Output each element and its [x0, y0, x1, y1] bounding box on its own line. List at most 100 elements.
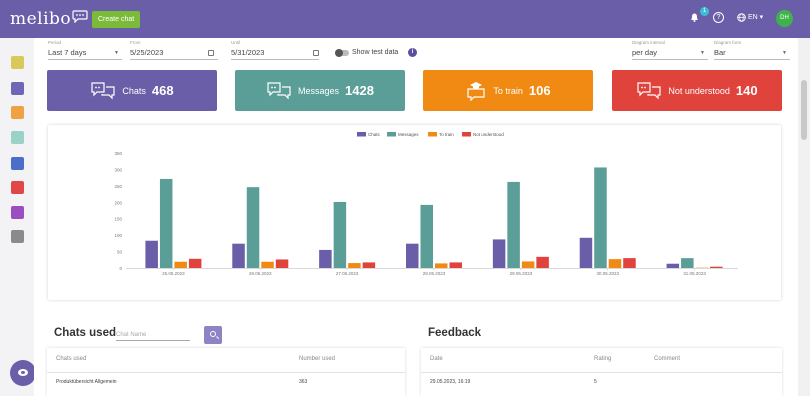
bar: [507, 181, 520, 268]
stat-value: 106: [528, 83, 551, 98]
x-tick-label: 27.05.2023: [336, 271, 359, 276]
until-value: 5/31/2023: [231, 48, 319, 60]
x-tick-label: 31.05.2023: [683, 271, 706, 276]
info-icon[interactable]: i: [408, 48, 417, 57]
x-tick-label: 25.05.2023: [162, 271, 185, 276]
calendar-icon[interactable]: [313, 50, 319, 56]
bar: [420, 204, 433, 268]
bar-chart-panel: 0 50 100 150 200 250 300 350 25.05.2023 26.05.202…: [48, 125, 781, 300]
col-header-chats: Chats used: [56, 356, 87, 362]
col-header-comment: Comment: [654, 356, 681, 362]
y-tick-label: 350: [114, 151, 122, 156]
bar: [174, 261, 187, 268]
show-test-label: Show test data: [352, 49, 399, 56]
period-label: Period: [48, 40, 62, 45]
col-header-number: Number used: [299, 356, 336, 362]
bar: [406, 243, 419, 268]
y-tick-label: 300: [114, 167, 122, 172]
bar: [579, 237, 593, 268]
x-tick-label: 29.05.2023: [510, 271, 533, 276]
divider: [421, 372, 782, 373]
bar: [710, 266, 723, 268]
legend-swatch: [357, 132, 366, 137]
interval-value: per day: [632, 48, 708, 60]
feedback-title: Feedback: [428, 327, 482, 339]
period-value: Last 7 days: [48, 48, 122, 60]
help-icon[interactable]: ?: [713, 12, 724, 23]
chat-icon[interactable]: [11, 82, 24, 95]
stat-value: 140: [735, 83, 758, 98]
chat-bubble-icon: [72, 10, 88, 23]
stat-label: To train: [493, 85, 523, 96]
from-value: 5/25/2023: [130, 48, 218, 60]
bar: [594, 167, 607, 268]
bar: [232, 243, 245, 268]
from-date-field[interactable]: From 5/25/2023: [130, 40, 218, 60]
stat-label: Not understood: [668, 85, 730, 96]
form-select[interactable]: Diagram form Bar: [714, 40, 790, 60]
bar: [666, 263, 680, 268]
col-header-date: Date: [430, 356, 443, 362]
bar: [319, 249, 332, 268]
search-icon: [210, 331, 216, 337]
book-icon[interactable]: [11, 56, 24, 69]
bar: [608, 259, 622, 268]
y-tick-label: 100: [114, 233, 122, 238]
bar: [348, 263, 361, 268]
bar: [362, 262, 376, 268]
bar: [521, 261, 535, 268]
scrollbar-thumb[interactable]: [801, 80, 807, 140]
language-label: EN: [748, 14, 758, 21]
create-chat-button[interactable]: Create chat: [92, 11, 141, 28]
puzzle-icon[interactable]: [11, 106, 24, 119]
legend-swatch: [387, 132, 396, 137]
bar: [681, 258, 694, 268]
table-icon[interactable]: [11, 131, 24, 144]
chats-used-table: Chats used Number used Produktübersicht …: [47, 348, 405, 396]
chevron-down-icon: ▼: [782, 50, 787, 56]
search-button[interactable]: [204, 326, 222, 344]
form-value: Bar: [714, 48, 790, 60]
chevron-down-icon: ▼: [114, 50, 119, 56]
flag-icon[interactable]: [11, 206, 24, 219]
interval-label: Diagram interval: [632, 40, 665, 45]
chat-name-input[interactable]: Chat Name: [116, 327, 190, 341]
stat-card-to-train: To train 106: [423, 70, 593, 111]
period-select[interactable]: Period Last 7 days: [48, 40, 122, 60]
table-cell-chat-name: Produktübersicht Allgemein: [56, 379, 117, 385]
feedback-table: Date Rating Comment 29.05.2023, 16:19 5: [421, 348, 782, 396]
form-label: Diagram form: [714, 40, 742, 45]
stat-label: Chats: [122, 85, 146, 96]
stat-label: Messages: [298, 85, 340, 96]
divider: [47, 372, 405, 373]
grid-icon[interactable]: [11, 181, 24, 194]
legend-label: Chats: [368, 132, 381, 137]
y-tick-label: 150: [114, 217, 122, 222]
bar: [435, 263, 448, 268]
y-tick-label: 200: [114, 200, 122, 205]
notification-badge: 1: [700, 7, 709, 16]
table-cell-number: 363: [299, 379, 308, 385]
chat-bubbles-icon: [637, 81, 661, 99]
stat-value: 468: [151, 83, 174, 98]
calendar-icon[interactable]: [208, 50, 214, 56]
chats-used-title: Chats used: [54, 327, 116, 339]
bar: [261, 261, 274, 268]
user-avatar[interactable]: DH: [776, 10, 793, 27]
chat-bubbles-icon: [267, 81, 291, 99]
legend-label: To train: [439, 132, 454, 137]
from-label: From: [130, 40, 141, 45]
legend-label: Not understood: [473, 132, 504, 137]
bell-icon[interactable]: [690, 12, 699, 22]
rocket-icon[interactable]: [11, 157, 24, 170]
logo[interactable]: melibo: [10, 9, 71, 29]
legend-swatch: [462, 132, 471, 137]
eye-toggle-button[interactable]: [10, 360, 36, 386]
show-test-toggle[interactable]: [335, 49, 349, 57]
search-person-icon[interactable]: [11, 230, 24, 243]
interval-select[interactable]: Diagram interval per day: [632, 40, 708, 60]
bar: [623, 258, 636, 268]
until-date-field[interactable]: Until 5/31/2023: [231, 40, 319, 60]
bar: [333, 201, 347, 268]
language-selector[interactable]: EN ▾: [748, 13, 763, 21]
